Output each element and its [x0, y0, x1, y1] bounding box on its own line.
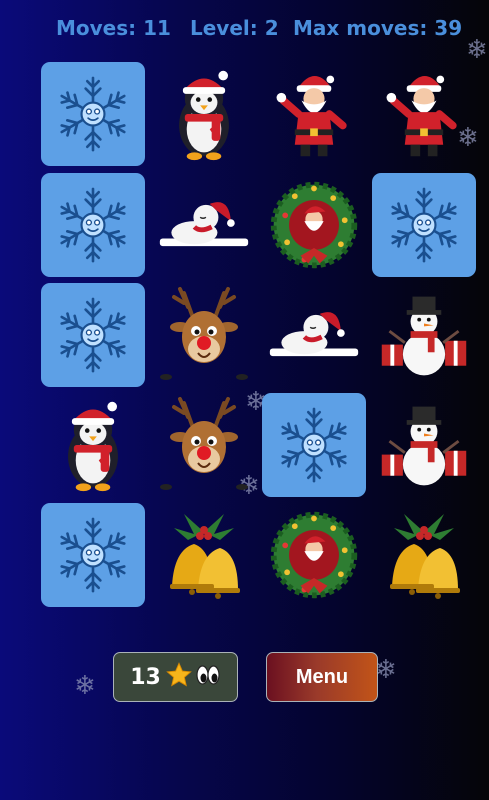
- memory-game-board: [41, 62, 477, 608]
- card-jingle-bells[interactable]: [152, 503, 256, 607]
- card-santa-wreath[interactable]: [262, 173, 366, 277]
- snowflake-icon: [52, 73, 134, 155]
- card-back[interactable]: [41, 283, 145, 387]
- card-reindeer[interactable]: [152, 393, 256, 497]
- card-back[interactable]: [372, 173, 476, 277]
- jingle-bells-icon: [154, 510, 254, 600]
- snowman-gifts-icon: [376, 287, 472, 383]
- snowflake-decoration-icon: ❄: [466, 34, 488, 64]
- snowflake-icon: [273, 404, 355, 486]
- card-santa-wreath[interactable]: [262, 503, 366, 607]
- max-moves-counter: Max moves: 39: [293, 16, 463, 40]
- card-reindeer[interactable]: [152, 283, 256, 387]
- card-back[interactable]: [41, 62, 145, 166]
- stars-count: 13: [130, 664, 161, 690]
- card-santa[interactable]: [372, 62, 476, 166]
- moves-counter: Moves: 11: [56, 16, 171, 40]
- sleeping-snowman-icon: [156, 195, 252, 255]
- card-santa[interactable]: [262, 62, 366, 166]
- card-jingle-bells[interactable]: [372, 503, 476, 607]
- card-snowman-gifts[interactable]: [372, 283, 476, 387]
- reindeer-icon: [154, 285, 254, 385]
- card-back[interactable]: [41, 503, 145, 607]
- santa-wreath-icon: [266, 177, 362, 273]
- jingle-bells-icon: [374, 510, 474, 600]
- card-snowman-gifts[interactable]: [372, 393, 476, 497]
- snowflake-decoration-icon: ❄: [375, 654, 397, 684]
- star-icon: [165, 661, 193, 694]
- menu-button[interactable]: Menu: [266, 652, 378, 702]
- card-sleeping-snowman[interactable]: [262, 283, 366, 387]
- snowflake-icon: [52, 294, 134, 376]
- snowflake-icon: [52, 184, 134, 266]
- santa-wreath-icon: [266, 507, 362, 603]
- stats-bar: Moves: 11 Level: 2 Max moves: 39: [0, 16, 489, 46]
- penguin-icon: [156, 66, 252, 162]
- snowflake-icon: [52, 514, 134, 596]
- stars-button[interactable]: 13: [113, 652, 238, 702]
- eyes-icon: [195, 663, 221, 692]
- card-penguin[interactable]: [152, 62, 256, 166]
- santa-icon: [266, 66, 362, 162]
- snowman-gifts-icon: [376, 397, 472, 493]
- snowflake-icon: [383, 184, 465, 266]
- level-indicator: Level: 2: [190, 16, 279, 40]
- card-back[interactable]: [262, 393, 366, 497]
- snowflake-decoration-icon: ❄: [74, 670, 96, 700]
- card-penguin[interactable]: [41, 393, 145, 497]
- card-back[interactable]: [41, 173, 145, 277]
- card-sleeping-snowman[interactable]: [152, 173, 256, 277]
- sleeping-snowman-icon: [266, 305, 362, 365]
- penguin-icon: [45, 397, 141, 493]
- santa-icon: [376, 66, 472, 162]
- reindeer-icon: [154, 395, 254, 495]
